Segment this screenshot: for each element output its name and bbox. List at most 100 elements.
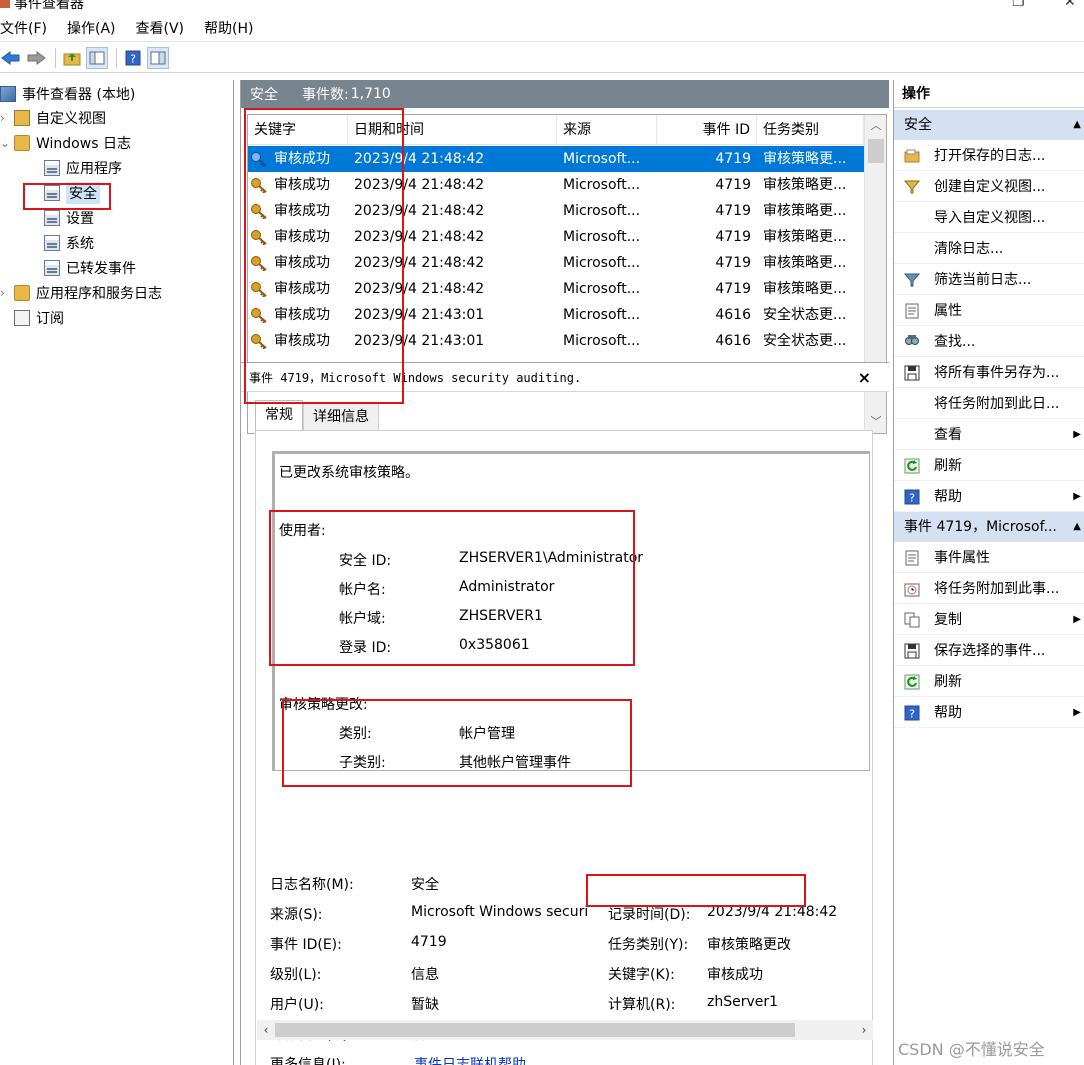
event-row[interactable]: 审核成功 2023/9/4 21:48:42 Microsoft... 4719 审核策… xyxy=(248,146,864,172)
event-row[interactable]: 审核成功 2023/9/4 21:48:42 Microsoft... 4719 审核策… xyxy=(248,172,864,198)
logged-value: 2023/9/4 21:48:42 xyxy=(707,904,838,920)
action-item[interactable]: 清除日志... xyxy=(894,234,1084,264)
cell-event-id: 4719 xyxy=(715,281,751,297)
action-item[interactable]: ? 帮助 ▶ xyxy=(894,698,1084,728)
tree-forwarded-events[interactable]: 已转发事件 xyxy=(44,256,136,280)
action-item[interactable]: 打开保存的日志... xyxy=(894,141,1084,171)
event-viewer-app-icon xyxy=(0,0,10,8)
actions-section-security[interactable]: 安全 ▲ xyxy=(894,110,1084,140)
log-icon xyxy=(44,235,60,251)
event-row[interactable]: 审核成功 2023/9/4 21:48:42 Microsoft... 4719 审核策… xyxy=(248,250,864,276)
up-folder-icon[interactable] xyxy=(61,47,83,69)
tree-windows-logs[interactable]: ⌄ Windows 日志 xyxy=(0,131,131,155)
action-item[interactable]: 保存选择的事件... xyxy=(894,636,1084,666)
key-icon xyxy=(251,230,267,245)
action-item[interactable]: 导入自定义视图... xyxy=(894,203,1084,233)
event-row[interactable]: 审核成功 2023/9/4 21:48:42 Microsoft... 4719 审核策… xyxy=(248,276,864,302)
cell-event-id: 4719 xyxy=(715,177,751,193)
tree-application-log[interactable]: 应用程序 xyxy=(44,156,122,180)
tree-root[interactable]: 事件查看器 (本地) xyxy=(0,82,135,106)
action-item[interactable]: 将任务附加到此事... xyxy=(894,574,1084,604)
column-task-category[interactable]: 任务类别 xyxy=(757,115,864,145)
forward-icon[interactable] xyxy=(25,47,47,69)
tab-general[interactable]: 常规 xyxy=(255,400,303,432)
tree-system-log[interactable]: 系统 xyxy=(44,231,94,255)
cell-event-id: 4719 xyxy=(715,203,751,219)
event-row[interactable]: 审核成功 2023/9/4 21:48:42 Microsoft... 4719 审核策… xyxy=(248,198,864,224)
tab-details[interactable]: 详细信息 xyxy=(303,402,379,432)
action-item[interactable]: 查看 ▶ xyxy=(894,420,1084,450)
tree-setup-log[interactable]: 设置 xyxy=(44,206,94,230)
more-info-link[interactable]: 事件日志联机帮助 xyxy=(414,1054,526,1065)
show-hide-tree-icon[interactable] xyxy=(86,46,108,69)
event-row[interactable]: 审核成功 2023/9/4 21:43:01 Microsoft... 4616 安全状… xyxy=(248,328,864,354)
tree-subscriptions[interactable]: 订阅 xyxy=(14,306,64,330)
actions-pane: 操作 安全 ▲ 打开保存的日志... 创建自定义视图... 导入自定义视图... 清除… xyxy=(893,80,1084,1065)
help-icon[interactable]: ? xyxy=(122,47,144,69)
chevron-right-icon[interactable]: › xyxy=(0,286,14,300)
action-item[interactable]: 将所有事件另存为... xyxy=(894,358,1084,388)
action-item[interactable]: 筛选当前日志... xyxy=(894,265,1084,295)
scroll-up-arrow[interactable]: ︿ xyxy=(865,115,886,137)
column-event-id[interactable]: 事件 ID xyxy=(657,115,757,145)
detail-horizontal-scrollbar[interactable]: ‹ › xyxy=(257,1020,873,1040)
chevron-right-icon[interactable]: › xyxy=(0,111,14,125)
menu-help[interactable]: 帮助(H) xyxy=(204,18,263,38)
cell-datetime: 2023/9/4 21:43:01 xyxy=(354,307,485,323)
action-item[interactable]: 属性 xyxy=(894,296,1084,326)
tree-apps-services-logs[interactable]: › 应用程序和服务日志 xyxy=(0,281,162,305)
key-icon xyxy=(251,204,267,219)
action-item[interactable]: 将任务附加到此日... xyxy=(894,389,1084,419)
action-item[interactable]: 复制 ▶ xyxy=(894,605,1084,635)
event-viewer-icon xyxy=(0,86,16,102)
action-item[interactable]: 创建自定义视图... xyxy=(894,172,1084,202)
actions-section-event[interactable]: 事件 4719，Microsof... ▲ xyxy=(894,512,1084,542)
cell-datetime: 2023/9/4 21:48:42 xyxy=(354,229,485,245)
scroll-right-arrow[interactable]: › xyxy=(855,1020,873,1040)
column-datetime[interactable]: 日期和时间 xyxy=(348,115,557,145)
horizontal-scroll-thumb[interactable] xyxy=(275,1023,795,1037)
action-item[interactable]: 刷新 xyxy=(894,667,1084,697)
collapse-caret-icon[interactable]: ▲ xyxy=(1073,512,1081,542)
action-label: 帮助 xyxy=(934,705,962,721)
event-row[interactable]: 审核成功 2023/9/4 21:43:01 Microsoft... 4616 安全状… xyxy=(248,302,864,328)
chevron-down-icon[interactable]: ⌄ xyxy=(0,136,14,150)
cell-task-category: 安全状态更... xyxy=(763,333,847,349)
action-item[interactable]: 事件属性 xyxy=(894,543,1084,573)
tree-security-log[interactable]: 安全 xyxy=(44,181,100,205)
action-item[interactable]: 查找... xyxy=(894,327,1084,357)
cell-keyword: 审核成功 xyxy=(274,255,330,271)
column-source[interactable]: 来源 xyxy=(557,115,657,145)
create-view-icon xyxy=(904,180,920,194)
menu-action[interactable]: 操作(A) xyxy=(67,18,126,38)
menu-file[interactable]: 文件(F) xyxy=(0,18,57,38)
action-label: 创建自定义视图... xyxy=(934,179,1046,195)
action-item[interactable]: 刷新 xyxy=(894,451,1084,481)
log-icon xyxy=(44,160,60,176)
close-window-button[interactable]: ✕ xyxy=(1064,0,1076,10)
scroll-left-arrow[interactable]: ‹ xyxy=(257,1020,275,1040)
back-icon[interactable] xyxy=(0,47,22,69)
svg-text:?: ? xyxy=(909,492,915,505)
menu-view[interactable]: 查看(V) xyxy=(136,18,195,38)
restore-button[interactable]: ❐ xyxy=(1012,0,1025,10)
action-label: 属性 xyxy=(934,303,962,319)
close-detail-icon[interactable]: × xyxy=(858,368,871,387)
event-description[interactable]: 已更改系统审核策略。 使用者: 安全 ID: ZHSERVER1\Adminis… xyxy=(272,451,870,771)
open-log-icon xyxy=(904,149,920,163)
subject-account-name-label: 帐户名: xyxy=(339,582,386,598)
action-item[interactable]: ? 帮助 ▶ xyxy=(894,482,1084,512)
key-icon xyxy=(251,178,267,193)
toolbar-separator xyxy=(116,47,117,68)
tree-custom-views[interactable]: › 自定义视图 xyxy=(0,106,106,130)
event-row[interactable]: 审核成功 2023/9/4 21:48:42 Microsoft... 4719 审核策… xyxy=(248,224,864,250)
source-label: 来源(S): xyxy=(270,907,323,923)
column-keywords[interactable]: 关键字 xyxy=(248,115,348,145)
key-icon xyxy=(251,308,267,323)
collapse-caret-icon[interactable]: ▲ xyxy=(1073,110,1081,140)
event-count-value: 1,710 xyxy=(350,86,391,102)
cell-keyword: 审核成功 xyxy=(274,203,330,219)
show-hide-action-pane-icon[interactable] xyxy=(147,46,169,69)
cell-source: Microsoft... xyxy=(563,177,641,193)
scroll-thumb[interactable] xyxy=(868,139,884,163)
